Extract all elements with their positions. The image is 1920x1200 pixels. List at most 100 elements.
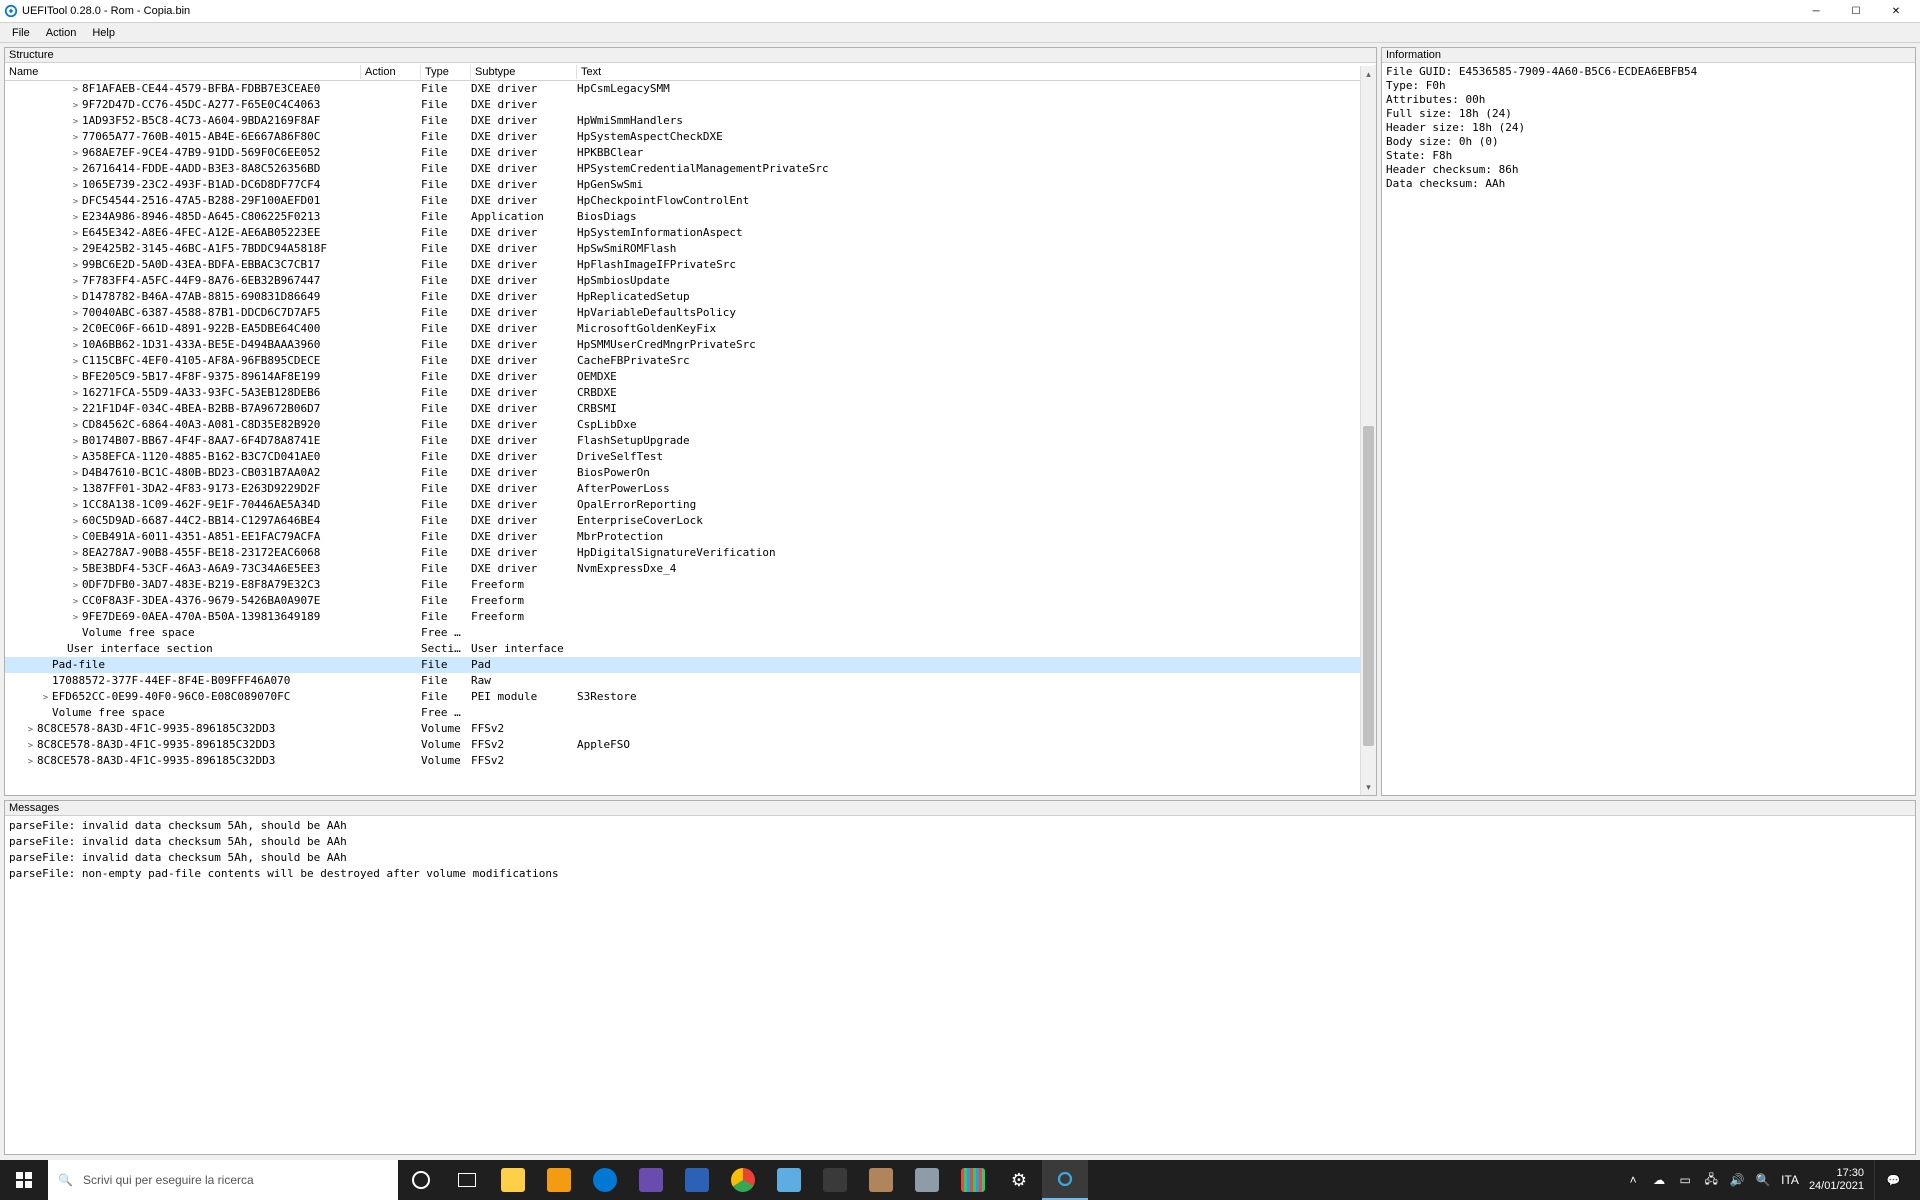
expand-icon[interactable]: > [71,230,80,239]
expand-icon[interactable]: > [71,86,80,95]
tree-row[interactable]: >9F72D47D-CC76-45DC-A277-F65E0C4C4063Fil… [5,97,1376,113]
expand-icon[interactable]: > [71,422,80,431]
menu-file[interactable]: File [4,25,38,41]
expand-icon[interactable]: > [26,758,35,767]
expand-icon[interactable]: > [71,374,80,383]
expand-icon[interactable]: > [71,486,80,495]
tree-row[interactable]: >EFD652CC-0E99-40F0-96C0-E08C089070FCFil… [5,689,1376,705]
tree-row[interactable]: >D1478782-B46A-47AB-8815-690831D86649Fil… [5,289,1376,305]
expand-icon[interactable]: > [71,438,80,447]
expand-icon[interactable]: > [71,454,80,463]
expand-icon[interactable]: > [71,118,80,127]
expand-icon[interactable]: > [71,262,80,271]
expand-icon[interactable]: > [71,534,80,543]
edge-icon[interactable] [582,1160,628,1200]
tree-row[interactable]: >A358EFCA-1120-4885-B162-B3C7CD041AE0Fil… [5,449,1376,465]
tree-row[interactable]: >8F1AFAEB-CE44-4579-BFBA-FDBB7E3CEAE0Fil… [5,81,1376,97]
tree-body[interactable]: >8F1AFAEB-CE44-4579-BFBA-FDBB7E3CEAE0Fil… [5,81,1376,795]
tree-row[interactable]: >10A6BB62-1D31-433A-BE5E-D494BAAA3960Fil… [5,337,1376,353]
tree-row[interactable]: >26716414-FDDE-4ADD-B3E3-8A8C526356BDFil… [5,161,1376,177]
tree-row[interactable]: Volume free spaceFree … [5,705,1376,721]
tree-row[interactable]: Pad-fileFilePad [5,657,1376,673]
tray-chevron-icon[interactable]: ˄ [1625,1172,1641,1188]
tree-row[interactable]: >CC0F8A3F-3DEA-4376-9679-5426BA0A907EFil… [5,593,1376,609]
app-icon-6[interactable] [950,1160,996,1200]
start-button[interactable] [0,1160,48,1200]
expand-icon[interactable]: > [71,358,80,367]
app-icon-4[interactable] [858,1160,904,1200]
expand-icon[interactable]: > [71,278,80,287]
app-icon-1[interactable] [628,1160,674,1200]
tree-row[interactable]: >8C8CE578-8A3D-4F1C-9935-896185C32DD3Vol… [5,721,1376,737]
tray-datetime[interactable]: 17:30 24/01/2021 [1809,1167,1864,1193]
tree-row[interactable]: >1065E739-23C2-493F-B1AD-DC6D8DF77CF4Fil… [5,177,1376,193]
tray-zoom-icon[interactable]: 🔍 [1755,1172,1771,1188]
tree-row[interactable]: >29E425B2-3145-46BC-A1F5-7BDDC94A5818FFi… [5,241,1376,257]
expand-icon[interactable]: > [71,518,80,527]
col-text[interactable]: Text [577,65,1376,79]
minimize-button[interactable]: ─ [1796,0,1836,22]
tree-row[interactable]: >16271FCA-55D9-4A33-93FC-5A3EB128DEB6Fil… [5,385,1376,401]
explorer-icon[interactable] [490,1160,536,1200]
expand-icon[interactable]: > [71,198,80,207]
expand-icon[interactable]: > [71,598,80,607]
expand-icon[interactable]: > [71,390,80,399]
notifications-button[interactable]: 💬 [1874,1160,1912,1200]
expand-icon[interactable]: > [26,726,35,735]
expand-icon[interactable]: > [71,614,80,623]
store-icon[interactable] [674,1160,720,1200]
expand-icon[interactable]: > [71,214,80,223]
tree-row[interactable]: >CD84562C-6864-40A3-A081-C8D35E82B920Fil… [5,417,1376,433]
expand-icon[interactable]: > [71,246,80,255]
col-action[interactable]: Action [361,65,421,79]
tray-network-icon[interactable]: 🖧 [1703,1172,1719,1188]
tree-row[interactable]: >5BE3BDF4-53CF-46A3-A6A9-73C34A6E5EE3Fil… [5,561,1376,577]
expand-icon[interactable]: > [41,694,50,703]
expand-icon[interactable]: > [71,310,80,319]
maximize-button[interactable]: ☐ [1836,0,1876,22]
expand-icon[interactable]: > [71,294,80,303]
tree-row[interactable]: >BFE205C9-5B17-4F8F-9375-89614AF8E199Fil… [5,369,1376,385]
settings-icon[interactable]: ⚙ [996,1160,1042,1200]
expand-icon[interactable]: > [71,182,80,191]
col-name[interactable]: Name [5,65,361,79]
scroll-up-arrow[interactable]: ▴ [1361,66,1376,82]
app-icon-2[interactable] [766,1160,812,1200]
expand-icon[interactable]: > [71,166,80,175]
tray-volume-icon[interactable]: 🔊 [1729,1172,1745,1188]
tree-row[interactable]: >1CC8A138-1C09-462F-9E1F-70446AE5A34DFil… [5,497,1376,513]
tree-row[interactable]: >1387FF01-3DA2-4F83-9173-E263D9229D2FFil… [5,481,1376,497]
tree-row[interactable]: 17088572-377F-44EF-8F4E-B09FFF46A070File… [5,673,1376,689]
tree-row[interactable]: User interface sectionSecti…User interfa… [5,641,1376,657]
tree-row[interactable]: >C0EB491A-6011-4351-A851-EE1FAC79ACFAFil… [5,529,1376,545]
media-icon[interactable] [536,1160,582,1200]
tree-row[interactable]: >B0174B07-BB67-4F4F-8AA7-6F4D78A8741EFil… [5,433,1376,449]
expand-icon[interactable]: > [71,134,80,143]
tray-lang[interactable]: ITA [1781,1172,1799,1188]
chrome-icon[interactable] [720,1160,766,1200]
expand-icon[interactable]: > [71,406,80,415]
close-button[interactable]: ✕ [1876,0,1916,22]
expand-icon[interactable]: > [71,342,80,351]
tree-row[interactable]: >8C8CE578-8A3D-4F1C-9935-896185C32DD3Vol… [5,753,1376,769]
tree-row[interactable]: >99BC6E2D-5A0D-43EA-BDFA-EBBAC3C7CB17Fil… [5,257,1376,273]
expand-icon[interactable]: > [71,326,80,335]
tree-row[interactable]: >70040ABC-6387-4588-87B1-DDCD6C7D7AF5Fil… [5,305,1376,321]
cortana-icon[interactable] [398,1160,444,1200]
app-icon-5[interactable] [904,1160,950,1200]
taskbar-search[interactable]: 🔍 Scrivi qui per eseguire la ricerca [48,1160,398,1200]
col-subtype[interactable]: Subtype [471,65,577,79]
scroll-down-arrow[interactable]: ▾ [1361,779,1376,795]
vertical-scrollbar[interactable]: ▴ ▾ [1360,66,1376,795]
expand-icon[interactable]: > [71,102,80,111]
expand-icon[interactable]: > [71,566,80,575]
tree-row[interactable]: >968AE7EF-9CE4-47B9-91DD-569F0C6EE052Fil… [5,145,1376,161]
app-icon-3[interactable] [812,1160,858,1200]
tree-row[interactable]: >9FE7DE69-0AEA-470A-B50A-139813649189Fil… [5,609,1376,625]
expand-icon[interactable]: > [71,150,80,159]
tree-row[interactable]: Volume free spaceFree … [5,625,1376,641]
tray-meet-icon[interactable]: ▭ [1677,1172,1693,1188]
taskview-icon[interactable] [444,1160,490,1200]
col-type[interactable]: Type [421,65,471,79]
tree-row[interactable]: >7F783FF4-A5FC-44F9-8A76-6EB32B967447Fil… [5,273,1376,289]
